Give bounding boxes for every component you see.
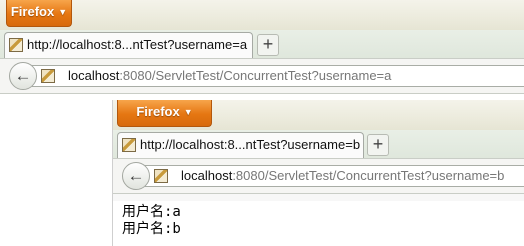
back-button[interactable]: ← (122, 162, 150, 190)
navigation-bar: localhost:8080/ServletTest/ConcurrentTes… (113, 158, 524, 194)
new-tab-button[interactable]: + (367, 134, 389, 156)
firefox-menu-button[interactable]: Firefox ▼ (117, 100, 212, 127)
tab-title: http://localhost:8...ntTest?username=b (140, 137, 361, 152)
tab-strip: http://localhost:8...ntTest?username=a + (0, 30, 524, 58)
url-bar[interactable]: localhost:8080/ServletTest/ConcurrentTes… (32, 65, 524, 87)
url-text: localhost:8080/ServletTest/ConcurrentTes… (68, 68, 391, 83)
title-bar: Firefox ▼ (0, 0, 524, 30)
page-content: 用户名:a 用户名:b (113, 201, 524, 246)
url-path: :8080/ServletTest/ConcurrentTest?usernam… (119, 68, 392, 83)
firefox-menu-label: Firefox (10, 4, 55, 19)
new-tab-button[interactable]: + (257, 34, 279, 56)
chevron-down-icon: ▼ (183, 107, 193, 117)
firefox-menu-label: Firefox (136, 104, 180, 119)
tab-active[interactable]: http://localhost:8...ntTest?username=a (4, 32, 253, 58)
tomcat-favicon-icon (9, 38, 23, 52)
navigation-bar: localhost:8080/ServletTest/ConcurrentTes… (0, 58, 524, 94)
back-button[interactable]: ← (9, 62, 37, 90)
site-identity-icon[interactable] (41, 69, 55, 83)
browser-window-front: Firefox ▼ http://localhost:8...ntTest?use… (112, 100, 524, 246)
plus-icon: + (262, 34, 274, 54)
chevron-down-icon: ▼ (58, 7, 68, 17)
tab-title: http://localhost:8...ntTest?username=a (27, 37, 248, 52)
tab-strip: http://localhost:8...ntTest?username=b + (113, 130, 524, 158)
back-arrow-icon: ← (127, 166, 145, 185)
url-path: :8080/ServletTest/ConcurrentTest?usernam… (232, 168, 505, 183)
tomcat-favicon-icon (122, 138, 136, 152)
firefox-menu-button[interactable]: Firefox ▼ (6, 0, 72, 27)
tab-active[interactable]: http://localhost:8...ntTest?username=b (117, 132, 364, 158)
content-line: 用户名:a (122, 204, 181, 220)
url-host: localhost (181, 168, 233, 183)
url-host: localhost (68, 68, 120, 83)
title-bar: Firefox ▼ (113, 100, 524, 130)
content-line: 用户名:b (122, 221, 181, 237)
url-bar[interactable]: localhost:8080/ServletTest/ConcurrentTes… (145, 165, 524, 187)
url-text: localhost:8080/ServletTest/ConcurrentTes… (181, 168, 504, 183)
site-identity-icon[interactable] (154, 169, 168, 183)
plus-icon: + (372, 134, 384, 154)
back-arrow-icon: ← (14, 66, 32, 85)
